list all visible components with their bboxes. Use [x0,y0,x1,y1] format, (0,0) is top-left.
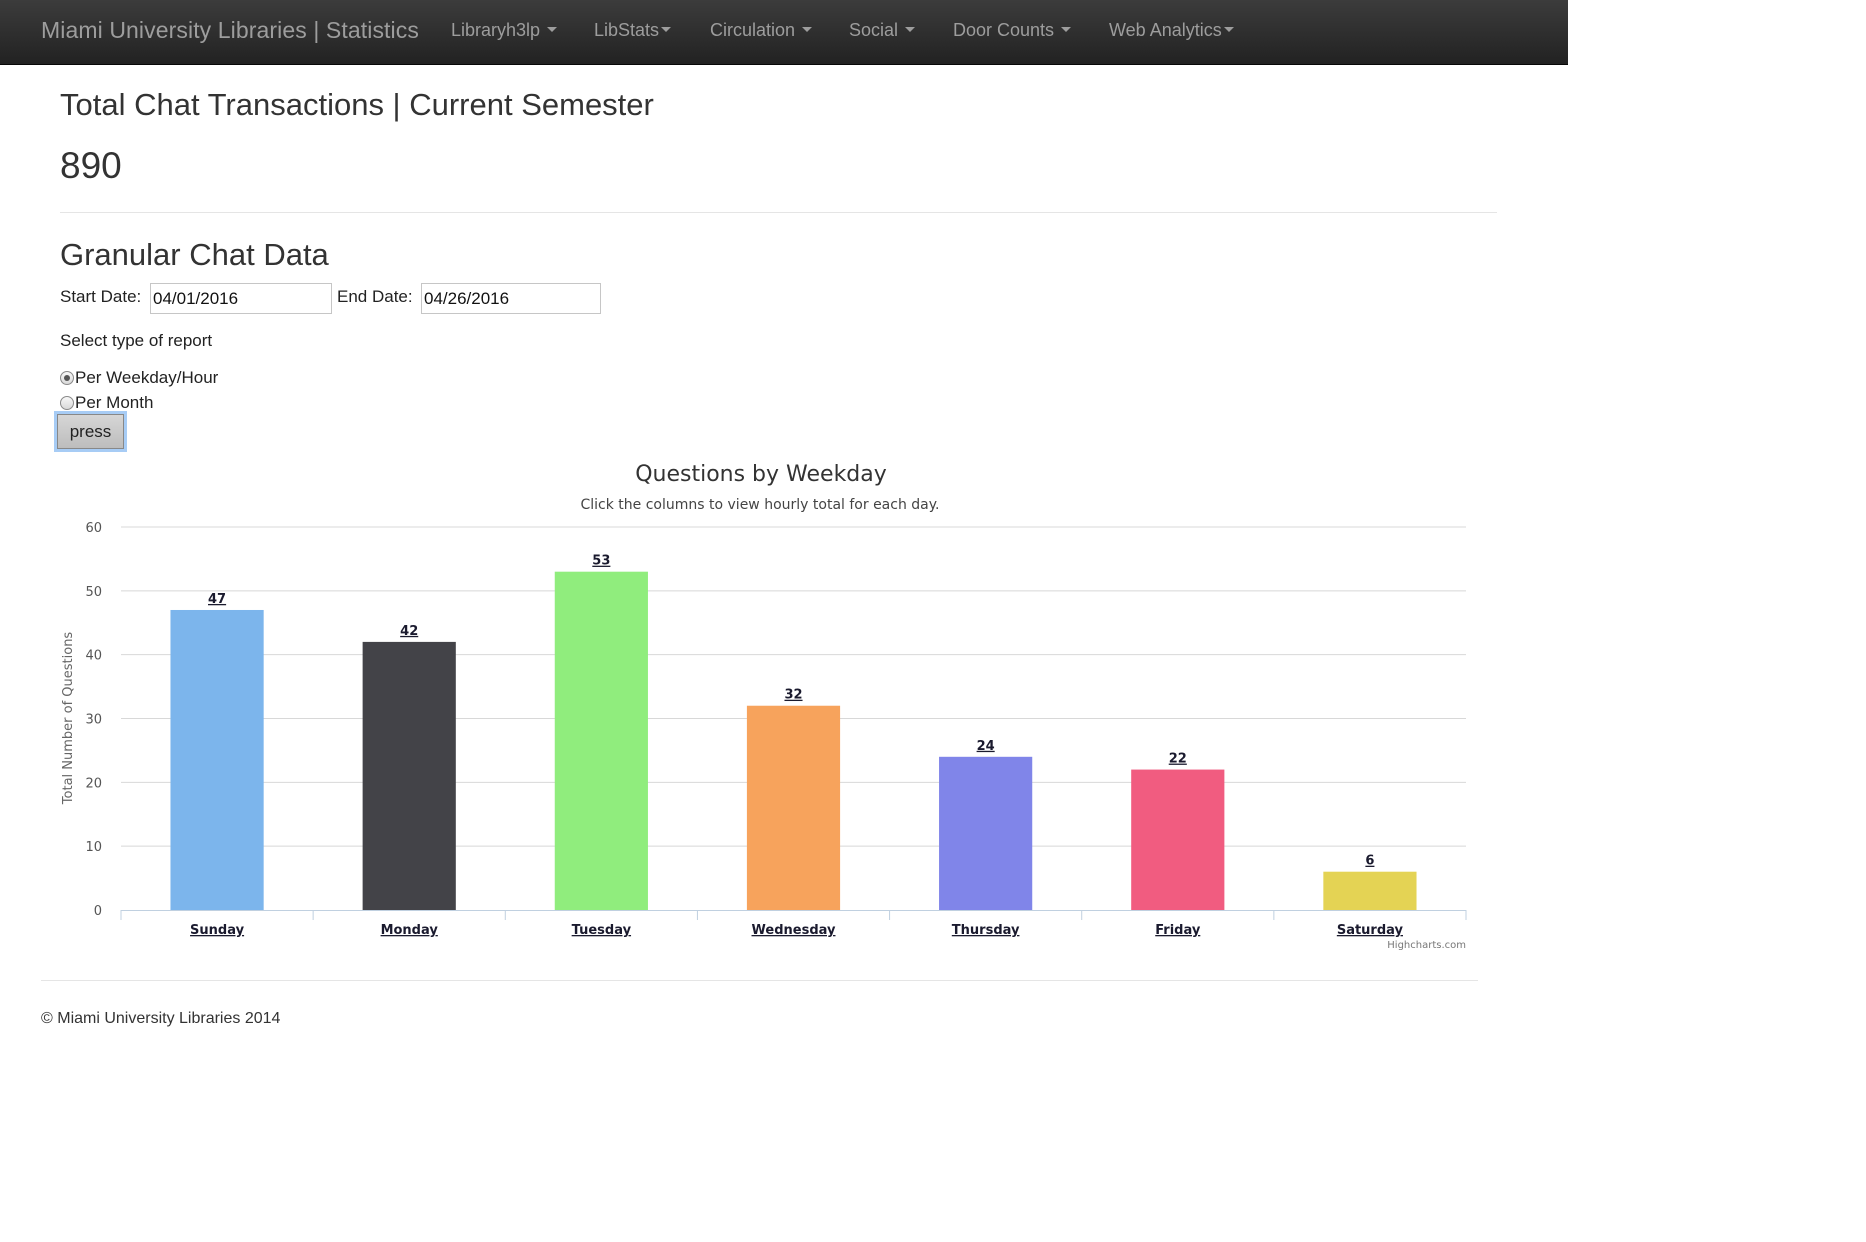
x-category-label-saturday[interactable]: Saturday [1337,923,1404,938]
x-category-label-wednesday[interactable]: Wednesday [752,923,836,938]
bar-saturday[interactable] [1323,871,1417,910]
bar-wednesday[interactable] [746,705,841,910]
caret-down-icon [1223,26,1234,32]
footer-copyright: © Miami University Libraries 2014 [41,1010,281,1027]
radio-label-per-month: Per Month [75,393,154,412]
radio-label-per-weekday-hour: Per Weekday/Hour [75,368,219,387]
y-tick-label: 0 [94,904,102,919]
bar-monday[interactable] [362,641,456,910]
nav-item-label: Social [849,20,899,40]
bar-tuesday[interactable] [554,571,648,910]
press-button[interactable]: press [54,411,127,452]
nav-item-web-analytics[interactable]: Web Analytics [1109,20,1234,41]
bar-thursday[interactable] [939,756,1033,910]
caret-down-icon [1061,26,1072,32]
x-category-label-monday[interactable]: Monday [381,923,439,938]
caret-down-icon [802,26,813,32]
x-category-label-thursday[interactable]: Thursday [952,923,1020,938]
y-tick-label: 50 [85,585,102,600]
y-tick-label: 60 [85,521,102,536]
nav-item-label: Door Counts [953,20,1055,40]
nav-item-door-counts[interactable]: Door Counts [953,20,1072,41]
page-title: Total Chat Transactions | Current Semest… [60,87,654,122]
y-tick-label: 20 [85,776,102,791]
data-label-sunday: 47 [208,592,226,607]
y-axis-title: Total Number of Questions [61,632,76,806]
divider [60,212,1497,213]
nav-item-label: LibStats [594,20,660,40]
data-label-saturday: 6 [1365,854,1374,869]
nav-item-libstats[interactable]: LibStats [594,20,672,41]
total-count: 890 [60,145,122,186]
data-label-monday: 42 [400,624,418,639]
data-label-friday: 22 [1169,752,1187,767]
nav-item-social[interactable]: Social [849,20,916,41]
y-tick-label: 10 [85,840,102,855]
data-label-tuesday: 53 [592,554,610,569]
footer-divider [41,980,1478,981]
top-navbar: Miami University Libraries | Statistics … [0,0,1568,65]
chart-subtitle: Click the columns to view hourly total f… [581,497,940,513]
nav-item-label: Circulation [710,20,796,40]
caret-down-icon [661,26,672,32]
chart-title: Questions by Weekday [635,462,887,487]
x-category-label-friday[interactable]: Friday [1155,923,1201,938]
start-date-label: Start Date: [60,287,142,306]
end-date-input[interactable] [421,283,601,314]
navbar-brand[interactable]: Miami University Libraries | Statistics [41,17,419,44]
report-type-label: Select type of report [60,331,213,350]
y-tick-label: 40 [85,649,102,664]
caret-down-icon [905,26,916,32]
data-label-wednesday: 32 [784,688,802,703]
nav-item-label: Web Analytics [1109,20,1222,40]
radio-per-weekday-hour[interactable] [60,371,74,385]
data-label-thursday: 24 [977,739,995,754]
questions-by-weekday-chart: Questions by Weekday Click the columns t… [61,462,1467,951]
nav-item-libraryh3lp[interactable]: Libraryh3lp [451,20,558,41]
end-date-label: End Date: [337,287,413,306]
bar-sunday[interactable] [170,609,264,910]
start-date-input[interactable] [150,283,332,314]
nav-item-circulation[interactable]: Circulation [710,20,813,41]
highcharts-credits[interactable]: Highcharts.com [1387,940,1466,951]
radio-per-month[interactable] [60,396,74,410]
bar-friday[interactable] [1131,769,1225,910]
nav-item-label: Libraryh3lp [451,20,541,40]
y-tick-label: 30 [85,713,102,728]
section-title: Granular Chat Data [60,237,329,272]
caret-down-icon [547,26,558,32]
x-category-label-tuesday[interactable]: Tuesday [572,923,632,938]
x-category-label-sunday[interactable]: Sunday [190,923,245,938]
